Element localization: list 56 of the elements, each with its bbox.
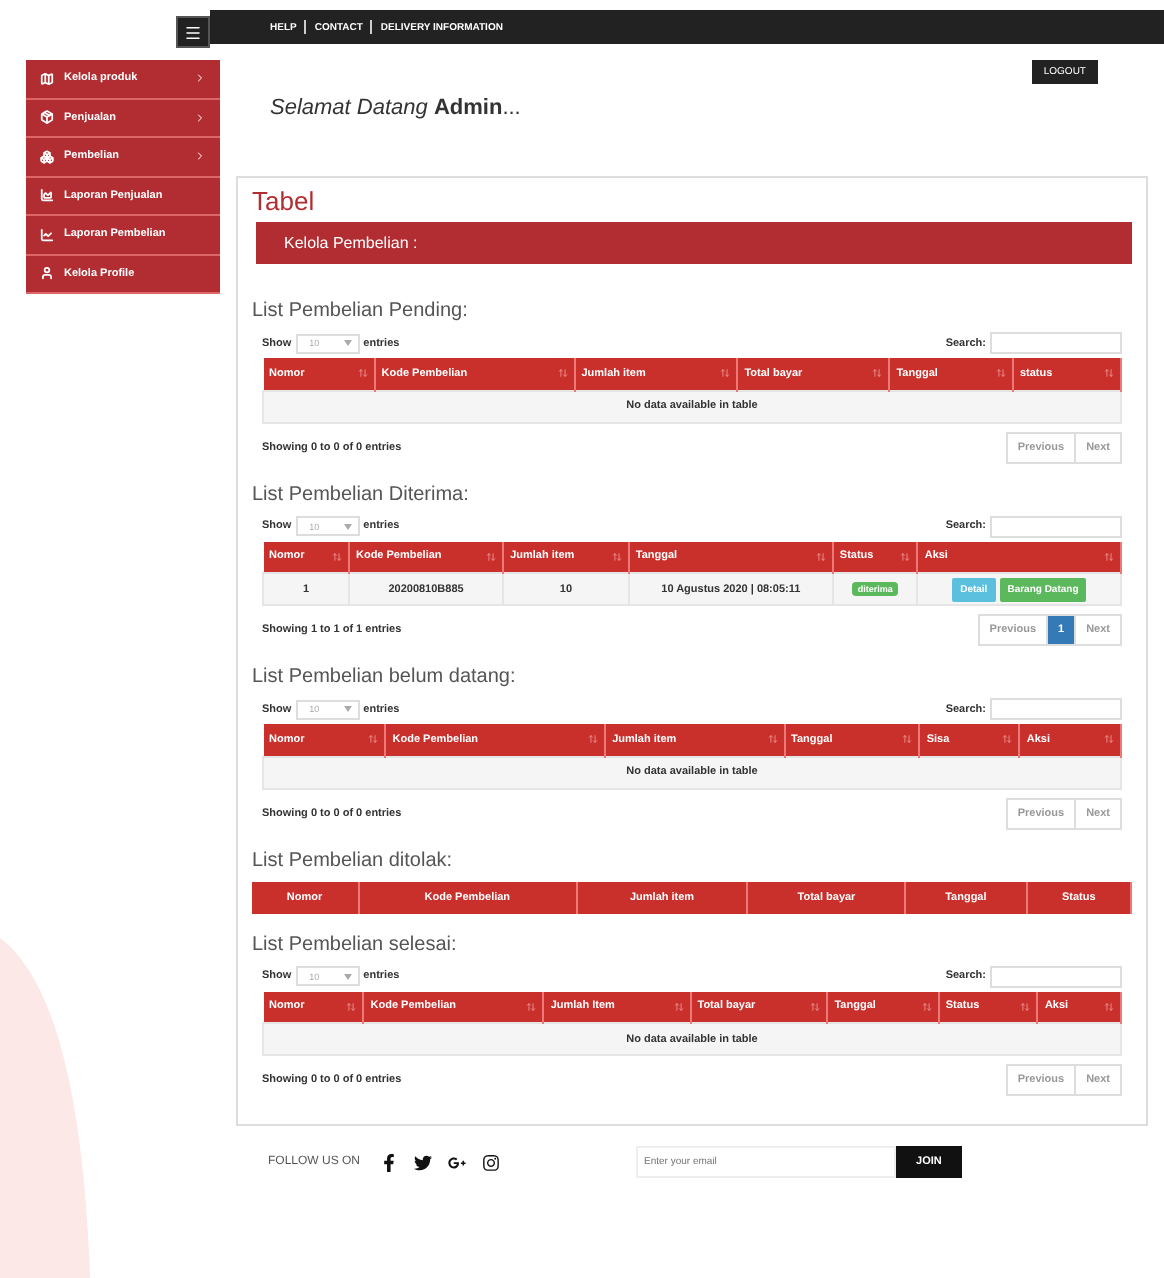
- search-field[interactable]: [990, 965, 1122, 987]
- sort-icon: [815, 551, 826, 562]
- search-field[interactable]: [990, 515, 1122, 537]
- sort-icon: [611, 551, 622, 562]
- facebook-icon[interactable]: [380, 1153, 399, 1171]
- section-title: List Pembelian Pending:: [252, 300, 470, 322]
- map-icon: [40, 71, 54, 86]
- sort-icon: [368, 734, 379, 745]
- sort-icon: [1104, 734, 1114, 745]
- sort-icon: [357, 368, 368, 379]
- sort-icon: [995, 368, 1006, 379]
- sort-icon: [1104, 368, 1114, 379]
- instagram-icon[interactable]: [482, 1153, 501, 1171]
- section-banner: Kelola Pembelian :: [256, 222, 1132, 264]
- sort-icon: [1104, 551, 1114, 562]
- sort-icon: [921, 1001, 932, 1012]
- section-title: List Pembelian Diterima:: [252, 483, 471, 505]
- chevron-icon: [194, 150, 206, 163]
- box-icon: [40, 110, 54, 125]
- sort-icon: [1020, 1001, 1031, 1012]
- sort-icon: [1104, 1001, 1114, 1012]
- caret-icon: [343, 973, 352, 979]
- menu-button[interactable]: [176, 16, 210, 48]
- sort-icon: [900, 551, 911, 562]
- twitter-icon[interactable]: [414, 1153, 433, 1171]
- section-title: List Pembelian ditolak:: [252, 849, 455, 871]
- menu-icon: [184, 23, 202, 41]
- caret-icon: [343, 523, 352, 529]
- sort-icon: [1002, 734, 1013, 745]
- sort-icon: [720, 368, 731, 379]
- card-title: Tabel: [252, 186, 317, 216]
- search-field[interactable]: [990, 332, 1122, 354]
- sort-icon: [526, 1001, 537, 1012]
- sort-icon: [673, 1001, 684, 1012]
- sort-icon: [767, 734, 778, 745]
- search-field[interactable]: [990, 698, 1122, 720]
- sort-icon: [810, 1001, 821, 1012]
- user-icon: [40, 266, 54, 281]
- section-title: List Pembelian selesai:: [252, 933, 459, 955]
- sort-icon: [346, 1001, 357, 1012]
- caret-icon: [343, 706, 352, 712]
- sort-icon: [588, 734, 599, 745]
- google-plus-icon[interactable]: [448, 1153, 467, 1171]
- area-chart-icon: [40, 188, 54, 203]
- welcome-text: Selamat Datang Admin...: [270, 96, 523, 124]
- sort-icon: [331, 551, 342, 562]
- caret-icon: [343, 340, 352, 346]
- sort-icon: [902, 734, 913, 745]
- chevron-icon: [194, 72, 206, 85]
- sort-icon: [557, 368, 568, 379]
- chevron-icon: [194, 111, 206, 124]
- boxes-icon: [40, 149, 54, 164]
- sort-icon: [486, 551, 497, 562]
- line-chart-icon: [40, 227, 54, 242]
- sort-icon: [872, 368, 883, 379]
- section-title: List Pembelian belum datang:: [252, 666, 518, 688]
